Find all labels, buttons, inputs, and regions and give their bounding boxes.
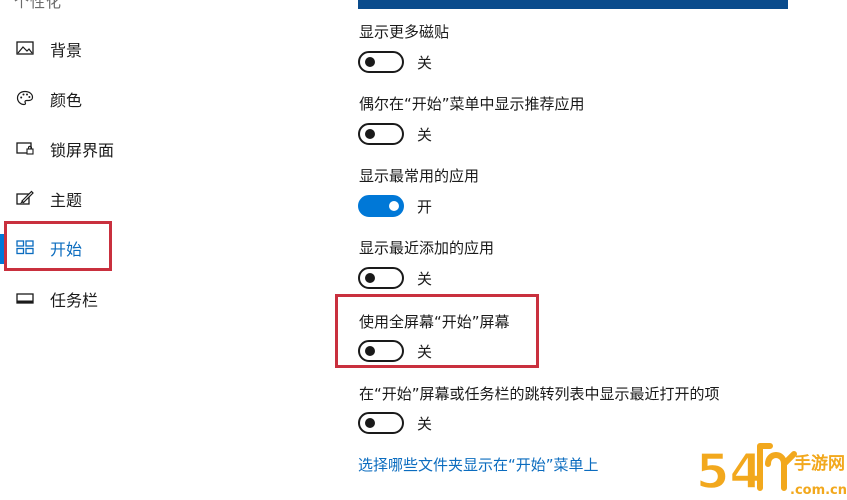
toggle-most-used[interactable]: [358, 195, 404, 217]
preview-banner: [358, 0, 788, 9]
toggle-knob: [365, 129, 375, 139]
toggle-knob: [365, 418, 375, 428]
sidebar-item-label: 任务栏: [50, 291, 99, 310]
toggle-knob: [365, 57, 375, 67]
toggle-full-screen[interactable]: [358, 340, 404, 362]
setting-label-suggestions: 偶尔在“开始”菜单中显示推荐应用: [359, 95, 585, 113]
watermark-digits: 54: [696, 444, 763, 500]
toggle-state-label: 关: [417, 54, 433, 72]
toggle-knob: [365, 273, 375, 283]
choose-folders-link[interactable]: 选择哪些文件夹显示在“开始”菜单上: [358, 454, 599, 475]
sidebar-header: 个性化: [14, 0, 63, 11]
sidebar-item-label: 主题: [50, 191, 83, 210]
sidebar-item-lock-screen[interactable]: 锁屏界面: [0, 131, 115, 165]
toggle-knob: [365, 346, 375, 356]
toggle-state-label: 开: [417, 198, 433, 216]
sidebar-item-label: 颜色: [50, 91, 83, 110]
start-tiles-icon: [16, 240, 34, 255]
setting-label-full-screen: 使用全屏幕“开始”屏幕: [359, 313, 510, 331]
sidebar-item-background[interactable]: 背景: [0, 31, 112, 65]
watermark-brand: 手游网: [794, 453, 845, 474]
active-indicator: [0, 234, 4, 264]
sidebar: 个性化 背景 颜色 锁屏界面 主题 开始 任务栏: [0, 0, 330, 500]
toggle-more-tiles[interactable]: [358, 51, 404, 73]
picture-icon: [16, 41, 34, 55]
settings-window: 个性化 背景 颜色 锁屏界面 主题 开始 任务栏 显示更多磁贴 关 偶尔在“开始…: [0, 0, 847, 500]
setting-label-recently-added: 显示最近添加的应用: [359, 239, 495, 257]
toggle-recently-added[interactable]: [358, 267, 404, 289]
watermark-domain: .com.cn: [790, 483, 846, 498]
lock-screen-icon: [16, 142, 34, 155]
palette-icon: [16, 90, 34, 106]
toggle-state-label: 关: [417, 343, 433, 361]
site-watermark-logo: 54 手游网 .com.cn: [695, 443, 846, 500]
sidebar-item-label: 背景: [50, 41, 83, 60]
sidebar-item-colors[interactable]: 颜色: [0, 81, 112, 115]
toggle-state-label: 关: [417, 270, 433, 288]
setting-label-more-tiles: 显示更多磁贴: [359, 23, 450, 41]
toggle-state-label: 关: [417, 415, 433, 433]
sidebar-item-themes[interactable]: 主题: [0, 181, 112, 215]
setting-label-most-used: 显示最常用的应用: [359, 167, 480, 185]
toggle-jump-list[interactable]: [358, 412, 404, 434]
toggle-knob: [389, 201, 399, 211]
sidebar-item-taskbar[interactable]: 任务栏: [0, 281, 112, 315]
toggle-state-label: 关: [417, 126, 433, 144]
theme-brush-icon: [16, 190, 34, 205]
toggle-suggestions[interactable]: [358, 123, 404, 145]
setting-label-jump-list: 在“开始”屏幕或任务栏的跳转列表中显示最近打开的项: [359, 385, 720, 403]
taskbar-icon: [16, 293, 34, 304]
sidebar-item-label: 开始: [50, 240, 83, 259]
sidebar-item-label: 锁屏界面: [50, 141, 115, 160]
sidebar-item-start[interactable]: 开始: [0, 230, 112, 264]
